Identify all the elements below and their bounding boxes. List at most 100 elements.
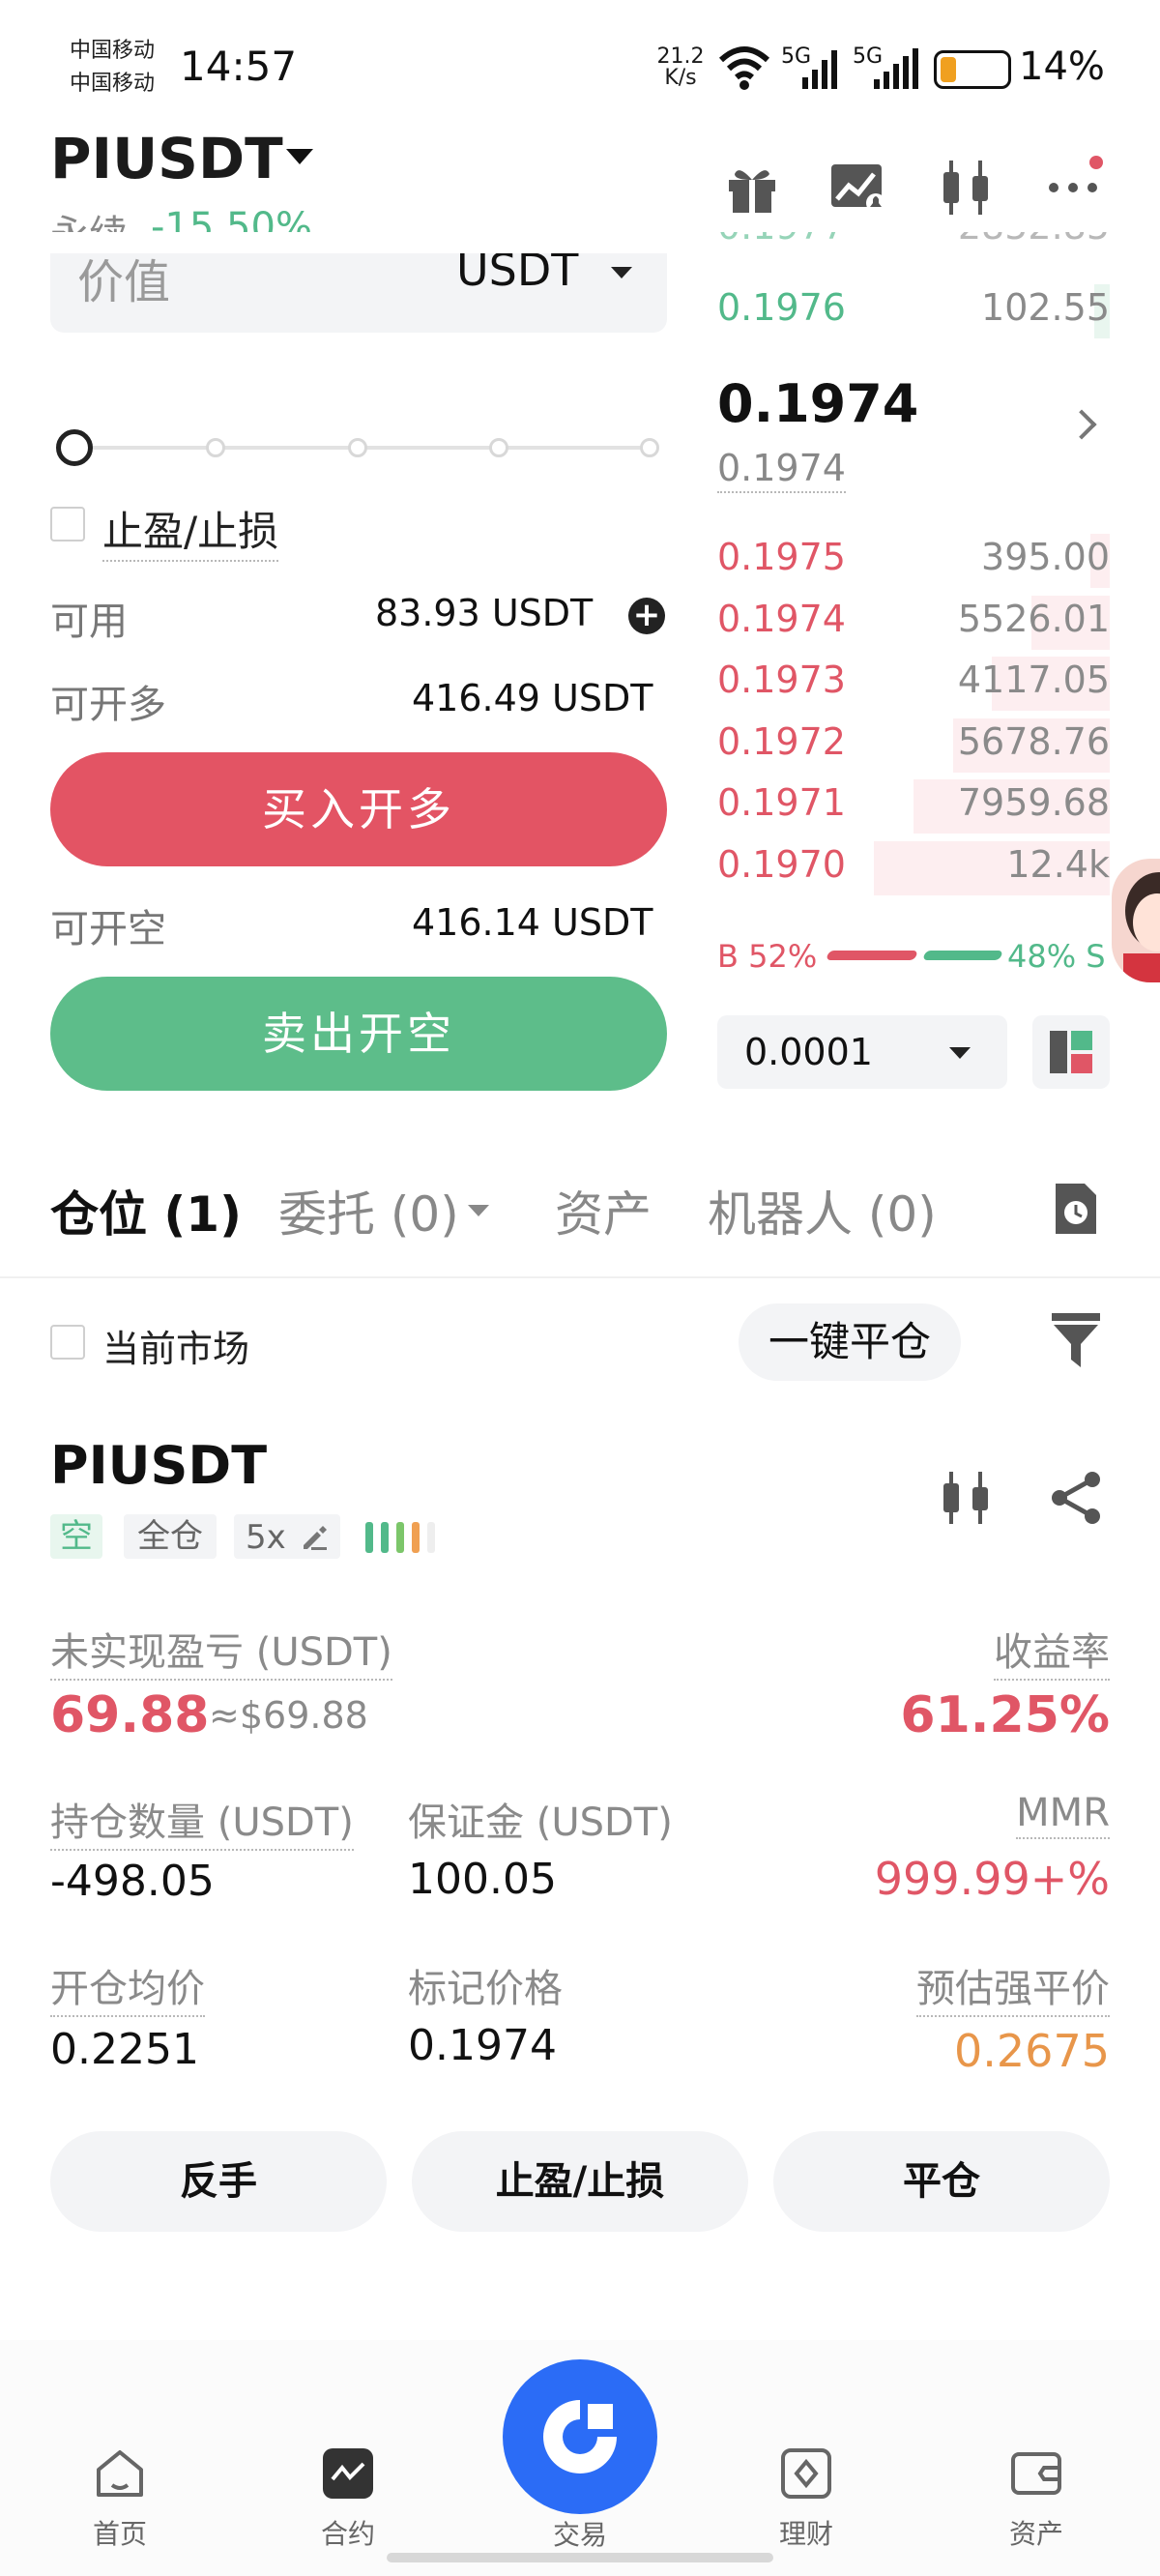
tab-positions[interactable]: 仓位 (1) <box>50 1176 242 1245</box>
tab-orders[interactable]: 委托 (0) <box>278 1176 459 1245</box>
orderbook-ask-cut-row[interactable]: 0.1977 2852.85 <box>717 232 1110 265</box>
sell-short-button[interactable]: 卖出开空 <box>50 977 667 1091</box>
size-label[interactable]: 持仓数量 (USDT) <box>50 1791 354 1851</box>
signal-2-icon <box>870 48 924 91</box>
leverage-slider-handle[interactable] <box>56 429 93 466</box>
nav-futures[interactable]: 合约 <box>290 2446 406 2552</box>
wifi-icon <box>717 43 771 91</box>
slider-node-50[interactable] <box>348 438 367 457</box>
mmr-value: 999.99+% <box>874 1853 1110 1905</box>
close-all-button[interactable]: 一键平仓 <box>739 1303 961 1381</box>
bid-price: 0.1972 <box>717 719 846 763</box>
futures-icon <box>323 2448 373 2499</box>
liq-label[interactable]: 预估强平价 <box>916 1957 1110 2017</box>
entry-label[interactable]: 开仓均价 <box>50 1957 205 2017</box>
nav-earn[interactable]: 理财 <box>748 2446 864 2552</box>
slider-node-75[interactable] <box>489 438 508 457</box>
position-symbol[interactable]: PIUSDT <box>50 1435 267 1496</box>
bid-qty: 395.00 <box>981 536 1110 578</box>
adl-indicator <box>365 1522 452 1553</box>
mark-price: 0.1974 <box>717 447 846 493</box>
value-label: 价值 <box>77 255 171 309</box>
filter-icon[interactable] <box>1050 1311 1102 1369</box>
candlestick-icon[interactable] <box>940 159 994 217</box>
ask-price: 0.1976 <box>717 286 846 329</box>
close-position-button[interactable]: 平仓 <box>773 2131 1110 2232</box>
assistant-avatar[interactable] <box>1112 859 1160 982</box>
nav-trade-label[interactable]: 交易 <box>522 2514 638 2553</box>
margin-value: 100.05 <box>408 1855 557 1904</box>
bid-price: 0.1971 <box>717 781 846 824</box>
precision-value: 0.0001 <box>744 1031 873 1073</box>
chevron-right-icon[interactable] <box>1066 409 1097 440</box>
tab-assets[interactable]: 资产 <box>555 1176 652 1245</box>
position-chart-icon[interactable] <box>940 1470 994 1526</box>
ask-qty: 102.55 <box>981 286 1110 329</box>
wallet-icon <box>1011 2452 1061 2495</box>
chart-alert-icon[interactable] <box>829 161 887 215</box>
slider-node-100[interactable] <box>640 438 659 457</box>
bid-qty: 5526.01 <box>957 597 1110 640</box>
home-indicator <box>387 2553 773 2562</box>
reverse-button[interactable]: 反手 <box>50 2131 387 2232</box>
nav-home[interactable]: 首页 <box>62 2446 178 2552</box>
orderbook-layout-button[interactable] <box>1032 1015 1110 1089</box>
orderbook-bid-row[interactable]: 0.1974 5526.01 <box>717 592 1110 650</box>
edit-icon <box>304 1526 327 1550</box>
orders-dropdown-icon[interactable] <box>468 1205 489 1216</box>
share-icon[interactable] <box>1048 1470 1106 1526</box>
mark-price-label: 标记价格 <box>408 1967 563 2011</box>
bid-price: 0.1974 <box>717 597 846 640</box>
precision-select[interactable]: 0.0001 <box>717 1015 1007 1089</box>
margin-mode-badge: 全仓 <box>124 1514 217 1559</box>
tp-sl-label[interactable]: 止盈/止损 <box>102 499 279 562</box>
orderbook-bid-row[interactable]: 0.1975 395.00 <box>717 530 1110 588</box>
symbol-title[interactable]: PIUSDT <box>50 126 283 191</box>
can-short-value: 416.14 USDT <box>412 901 653 944</box>
history-icon[interactable] <box>1052 1182 1100 1236</box>
orderbook-bid-row[interactable]: 0.1970 12.4k <box>717 837 1110 895</box>
orderbook-bid-row[interactable]: 0.1972 5678.76 <box>717 715 1110 773</box>
orderbook-ask-row[interactable]: 0.1976 102.55 <box>717 280 1110 338</box>
slider-node-25[interactable] <box>206 438 225 457</box>
earn-icon <box>781 2448 831 2499</box>
orderbook-bid-row[interactable]: 0.1971 7959.68 <box>717 776 1110 834</box>
signal-1-icon <box>798 48 841 91</box>
gift-icon[interactable] <box>725 161 779 215</box>
margin-label: 保证金 (USDT) <box>408 1800 673 1845</box>
sell-ratio: 48% S <box>1007 938 1106 975</box>
carrier-2: 中国移动 <box>70 72 156 96</box>
can-short-label: 可开空 <box>50 907 166 951</box>
liq-value: 0.2675 <box>954 2025 1110 2077</box>
precision-dropdown-icon <box>949 1047 971 1059</box>
pnl-usd: ≈$69.88 <box>209 1694 368 1737</box>
current-market-checkbox[interactable] <box>50 1325 85 1360</box>
last-price[interactable]: 0.1974 <box>717 373 918 434</box>
orderbook-bid-row[interactable]: 0.1973 4117.05 <box>717 653 1110 711</box>
symbol-dropdown-icon[interactable] <box>286 149 313 164</box>
transfer-plus-icon[interactable]: + <box>628 598 665 634</box>
sell-ratio-bar <box>922 951 1003 960</box>
ask-qty: 2852.85 <box>958 232 1110 248</box>
pnl-label[interactable]: 未实现盈亏 (USDT) <box>50 1621 392 1681</box>
tp-sl-button[interactable]: 止盈/止损 <box>412 2131 748 2232</box>
buy-ratio: B 52% <box>717 938 818 975</box>
nav-trade-button[interactable] <box>503 2359 657 2514</box>
can-long-value: 416.49 USDT <box>412 677 653 719</box>
roe-value: 61.25% <box>900 1686 1110 1744</box>
roe-label[interactable]: 收益率 <box>994 1621 1110 1681</box>
tp-sl-checkbox[interactable] <box>50 507 85 542</box>
mmr-label[interactable]: MMR <box>1016 1791 1110 1839</box>
unit-dropdown-icon[interactable] <box>611 267 632 278</box>
more-icon[interactable] <box>1046 155 1104 209</box>
nav-assets[interactable]: 资产 <box>978 2446 1094 2552</box>
tab-bots[interactable]: 机器人 (0) <box>708 1176 937 1245</box>
divider <box>0 1276 1160 1278</box>
ask-price: 0.1977 <box>717 232 846 248</box>
buy-long-button[interactable]: 买入开多 <box>50 752 667 866</box>
current-market-label[interactable]: 当前市场 <box>102 1319 249 1372</box>
leverage-badge[interactable]: 5x <box>234 1514 340 1559</box>
side-badge: 空 <box>50 1514 102 1559</box>
mark-price-value: 0.1974 <box>408 2021 557 2070</box>
entry-value: 0.2251 <box>50 2025 199 2074</box>
